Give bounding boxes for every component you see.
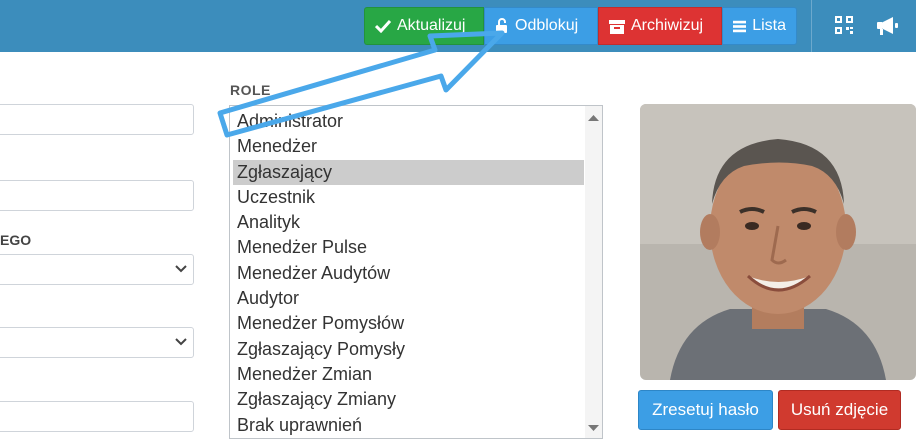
update-button-label: Aktualizuj — [397, 17, 466, 34]
reset-password-button[interactable]: Zresetuj hasło — [638, 390, 773, 430]
action-button-group: Aktualizuj Odblokuj Archiwizuj Lista — [364, 7, 797, 45]
roles-list: Administrator Menedżer Zgłaszający Uczestni… — [233, 109, 584, 438]
role-option[interactable]: Zgłaszający Pomysły — [233, 337, 584, 362]
check-icon — [375, 19, 391, 33]
archive-button-label: Archiwizuj — [631, 17, 704, 34]
field-label-partial: EGO — [0, 232, 32, 248]
profile-photo — [640, 104, 916, 380]
text-input-2[interactable] — [0, 180, 194, 211]
delete-photo-button[interactable]: Usuń zdjęcie — [778, 390, 901, 430]
role-option[interactable]: Brak uprawnień — [233, 413, 584, 438]
update-button[interactable]: Aktualizuj — [364, 7, 484, 45]
role-option[interactable]: Menedżer Pomysłów — [233, 311, 584, 336]
select-field-1[interactable] — [0, 254, 194, 285]
unlock-button[interactable]: Odblokuj — [484, 7, 598, 45]
qr-code-icon[interactable] — [835, 16, 855, 36]
list-icon — [733, 20, 747, 32]
select-field-2[interactable] — [0, 327, 194, 358]
archive-button[interactable]: Archiwizuj — [598, 7, 722, 45]
unlock-button-label: Odblokuj — [515, 17, 579, 34]
chevron-down-icon — [175, 265, 187, 273]
role-option[interactable]: Audytor — [233, 286, 584, 311]
role-option[interactable]: Zgłaszający Zmiany — [233, 387, 584, 412]
role-option[interactable]: Menedżer Pulse — [233, 235, 584, 260]
scroll-down-arrow-icon[interactable] — [585, 420, 602, 436]
roles-label: ROLE — [230, 82, 271, 98]
role-option[interactable]: Analityk — [233, 210, 584, 235]
list-button[interactable]: Lista — [722, 7, 797, 45]
unlock-icon — [496, 18, 507, 33]
text-input-1[interactable] — [0, 104, 194, 135]
role-option[interactable]: Menedżer — [233, 134, 584, 159]
role-option[interactable]: Administrator — [233, 109, 584, 134]
role-option[interactable]: Menedżer Zmian — [233, 362, 584, 387]
navbar-divider — [811, 0, 812, 52]
listbox-scrollbar[interactable] — [585, 106, 602, 438]
top-navbar: Aktualizuj Odblokuj Archiwizuj Lista — [0, 0, 916, 52]
role-option[interactable]: Uczestnik — [233, 185, 584, 210]
role-option[interactable]: Menedżer Audytów — [233, 261, 584, 286]
text-input-3[interactable] — [0, 401, 194, 432]
list-button-label: Lista — [752, 17, 786, 34]
megaphone-icon[interactable] — [876, 16, 900, 36]
chevron-down-icon — [175, 338, 187, 346]
scroll-up-arrow-icon[interactable] — [585, 110, 602, 126]
roles-listbox[interactable]: Administrator Menedżer Zgłaszający Uczestni… — [229, 105, 603, 439]
role-option[interactable]: Zgłaszający — [233, 159, 584, 185]
archive-box-icon — [609, 19, 625, 34]
